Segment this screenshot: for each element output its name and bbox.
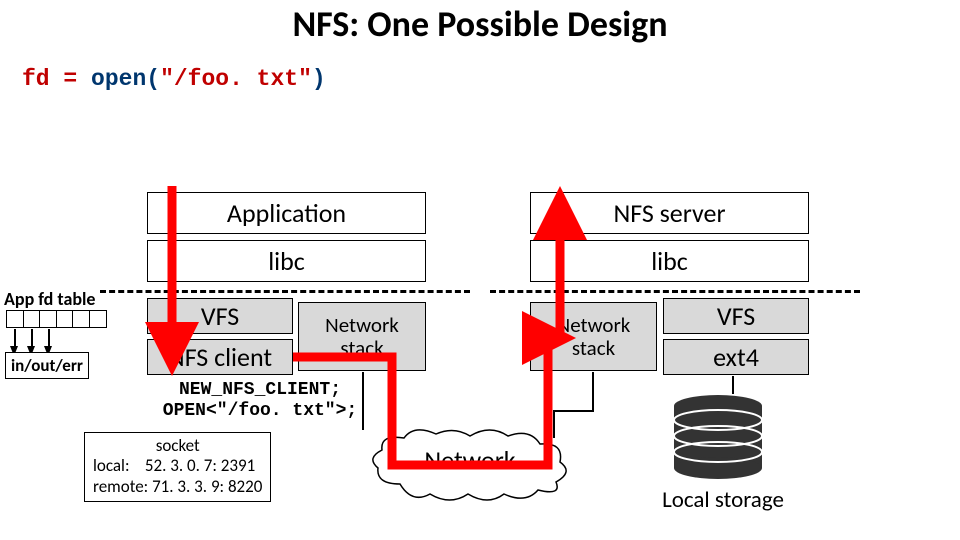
connector-ext4-storage xyxy=(732,376,734,394)
fd-cell xyxy=(56,310,74,328)
userspace-kernel-divider-left xyxy=(100,290,470,293)
network-stack-box-server: Network stack xyxy=(530,302,657,371)
code-eq: = xyxy=(50,66,91,92)
socket-box: socket local: 52. 3. 0. 7: 2391 remote: … xyxy=(84,432,271,502)
code-arg: "/foo. txt" xyxy=(160,66,312,92)
fd-cell xyxy=(72,310,90,328)
socket-header: socket xyxy=(93,436,262,456)
protocol-line-1: NEW_NFS_CLIENT; xyxy=(145,380,375,401)
socket-local: local: 52. 3. 0. 7: 2391 xyxy=(93,456,262,476)
vfs-box-server: VFS xyxy=(663,298,809,334)
fd-cell xyxy=(89,310,107,328)
fd-cell xyxy=(6,310,24,328)
fd-table-label: App fd table xyxy=(4,288,96,310)
fd-arrow-stem xyxy=(48,329,50,347)
code-snippet: fd = open("/foo. txt") xyxy=(22,66,326,92)
userspace-kernel-divider-right xyxy=(490,290,860,293)
nfs-client-box: NFS client xyxy=(147,339,293,375)
network-label: Network xyxy=(370,444,570,476)
fd-cell xyxy=(23,310,41,328)
connector-netstack-cloud-right-h xyxy=(555,410,594,412)
ext4-box: ext4 xyxy=(663,339,809,375)
code-popen: ( xyxy=(146,66,160,92)
protocol-text: NEW_NFS_CLIENT; OPEN<"/foo. txt">; xyxy=(145,380,375,421)
network-stack-box-client: Network stack xyxy=(298,302,426,371)
socket-remote: remote: 71. 3. 3. 9: 8220 xyxy=(93,477,262,497)
fd-arrow-stem xyxy=(14,329,16,347)
stdio-label: in/out/err xyxy=(5,352,89,379)
fd-cell xyxy=(39,310,57,328)
code-lhs: fd xyxy=(22,66,50,92)
connector-netstack-cloud-left xyxy=(362,372,364,430)
storage-cylinder-icon xyxy=(668,394,768,482)
code-pclose: ) xyxy=(312,66,326,92)
vfs-box-client: VFS xyxy=(147,298,293,334)
code-fn: open xyxy=(91,66,146,92)
fd-table xyxy=(6,310,107,328)
nfs-server-box: NFS server xyxy=(530,192,809,234)
fd-arrow-stem xyxy=(31,329,33,347)
libc-box-client: libc xyxy=(147,240,426,282)
slide-title: NFS: One Possible Design xyxy=(0,2,960,46)
application-box: Application xyxy=(147,192,426,234)
connector-netstack-cloud-right-v2 xyxy=(553,410,555,438)
libc-box-server: libc xyxy=(530,240,809,282)
connector-netstack-cloud-right-v xyxy=(592,372,594,410)
storage-label: Local storage xyxy=(628,486,818,514)
protocol-line-2: OPEN<"/foo. txt">; xyxy=(145,401,375,422)
